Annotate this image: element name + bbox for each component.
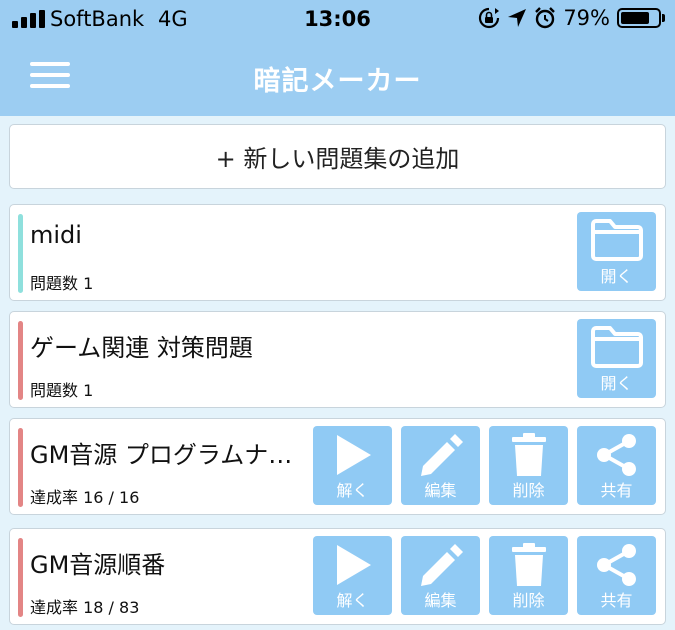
action-label: 削除 xyxy=(512,481,545,500)
action-label: 編集 xyxy=(424,481,457,500)
status-bar: SoftBank 4G 13:06 79% xyxy=(0,0,675,38)
solve-button[interactable]: 解く xyxy=(313,536,392,615)
collection-title: midi xyxy=(30,221,82,249)
location-icon xyxy=(508,9,527,27)
card-actions: 開く xyxy=(577,319,656,398)
battery-icon xyxy=(617,8,665,28)
action-label: 開く xyxy=(600,374,633,393)
share-button[interactable]: 共有 xyxy=(577,536,656,615)
status-color-bar xyxy=(18,428,23,507)
action-label: 解く xyxy=(336,591,369,610)
action-label: 共有 xyxy=(600,591,633,610)
action-label: 共有 xyxy=(600,481,633,500)
battery-fill xyxy=(621,12,650,24)
status-color-bar xyxy=(18,214,23,293)
page-title: 暗記メーカー xyxy=(253,66,422,97)
solve-button[interactable]: 解く xyxy=(313,426,392,505)
rotation-lock-icon xyxy=(479,7,500,29)
collection-title: ゲーム関連 対策問題 xyxy=(30,334,253,362)
action-label: 解く xyxy=(336,481,369,500)
card-actions: 解く 編集 削除 共有 xyxy=(313,536,656,615)
edit-button[interactable]: 編集 xyxy=(401,536,480,615)
collection-subtitle: 問題数 1 xyxy=(30,274,94,293)
open-button[interactable]: 開く xyxy=(577,212,656,291)
card-actions: 開く xyxy=(577,212,656,291)
edit-button[interactable]: 編集 xyxy=(401,426,480,505)
status-indicators: 79% xyxy=(478,6,665,30)
status-color-bar xyxy=(18,321,23,400)
open-button[interactable]: 開く xyxy=(577,319,656,398)
battery-percentage: 79% xyxy=(563,6,610,30)
delete-button[interactable]: 削除 xyxy=(489,426,568,505)
add-collection-button[interactable]: + 新しい問題集の追加 xyxy=(9,124,666,189)
collection-subtitle: 達成率 18 / 83 xyxy=(30,598,140,617)
card-actions: 解く 編集 削除 共有 xyxy=(313,426,656,505)
share-button[interactable]: 共有 xyxy=(577,426,656,505)
collection-title: GM音源順番 xyxy=(30,551,166,579)
collection-card[interactable]: GM音源順番達成率 18 / 83 解く 編集 削除 共有 xyxy=(9,528,666,625)
collection-subtitle: 達成率 16 / 16 xyxy=(30,488,140,507)
alarm-icon xyxy=(535,7,556,29)
action-label: 削除 xyxy=(512,591,545,610)
action-label: 編集 xyxy=(424,591,457,610)
collection-title: GM音源 プログラムナンバー xyxy=(30,441,295,469)
collection-subtitle: 問題数 1 xyxy=(30,381,94,400)
action-label: 開く xyxy=(600,267,633,286)
delete-button[interactable]: 削除 xyxy=(489,536,568,615)
collection-card[interactable]: midi 問題数 1 開く xyxy=(9,204,666,301)
status-color-bar xyxy=(18,538,23,617)
collection-card[interactable]: GM音源 プログラムナンバー達成率 16 / 16 解く 編集 削除 共有 xyxy=(9,418,666,515)
collection-card[interactable]: ゲーム関連 対策問題問題数 1 開く xyxy=(9,311,666,408)
navigation-bar: 暗記メーカー xyxy=(0,38,675,116)
